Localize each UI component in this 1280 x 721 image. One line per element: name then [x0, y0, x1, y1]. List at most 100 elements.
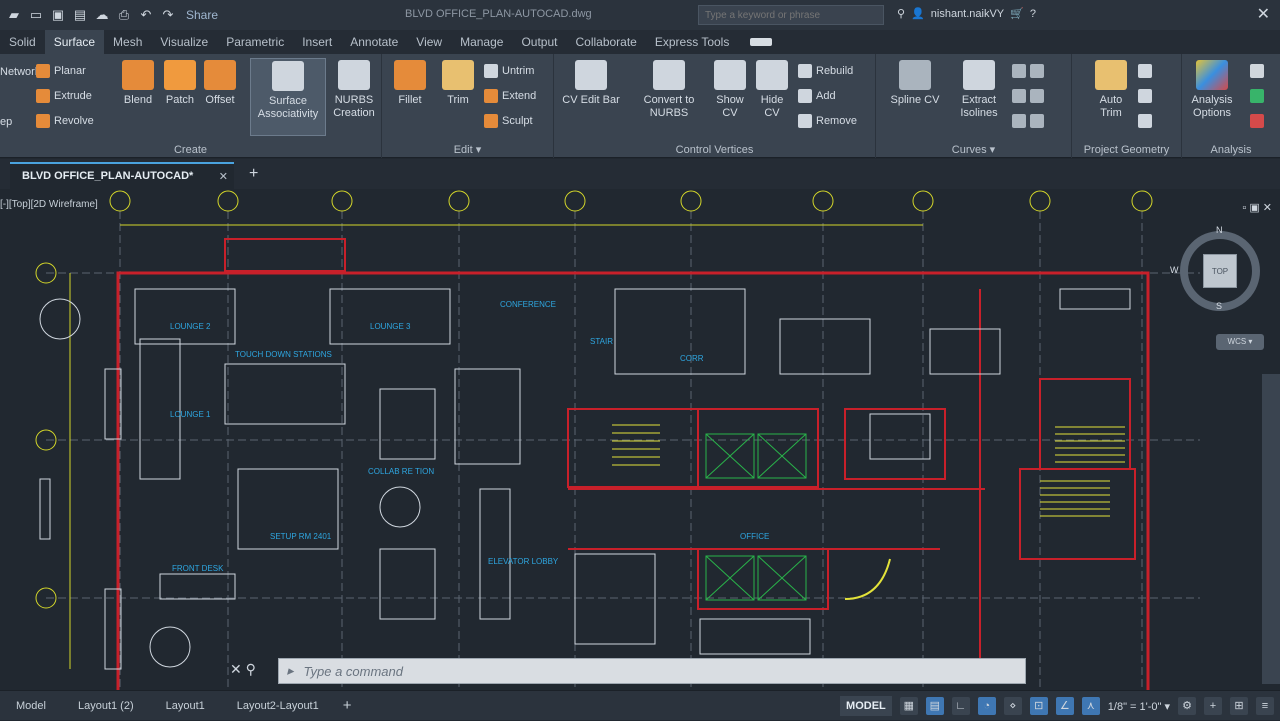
project-ucs-icon[interactable] [1138, 64, 1152, 78]
viewcube-top-face[interactable]: TOP [1203, 254, 1237, 288]
cart-icon[interactable]: 🛒 [1010, 7, 1024, 20]
tab-surface[interactable]: Surface [44, 30, 105, 54]
offset-button[interactable]: Offset [200, 60, 240, 107]
network-button[interactable]: Network [0, 66, 40, 78]
command-line[interactable]: ▸ Type a command [278, 658, 1026, 684]
extend-button[interactable]: Extend [484, 89, 536, 103]
patch-button[interactable]: Patch [160, 60, 200, 107]
loft-button[interactable]: ep [0, 116, 12, 128]
tab-output[interactable]: Output [512, 30, 566, 54]
curvature-icon[interactable] [1250, 89, 1264, 103]
annotation-scale[interactable]: 1/8" = 1'-0" ▾ [1108, 700, 1170, 713]
snap-icon[interactable]: ▤ [925, 697, 944, 715]
panel-title-curves[interactable]: Curves ▾ [876, 143, 1071, 156]
tab-visualize[interactable]: Visualize [151, 30, 217, 54]
surface-associativity-button[interactable]: Surface Associativity [250, 58, 326, 136]
tab-annotate[interactable]: Annotate [341, 30, 407, 54]
close-window-icon[interactable]: ✕ [1257, 4, 1270, 24]
fillet-button[interactable]: Fillet [388, 60, 432, 107]
saveas-icon[interactable]: ▤ [72, 7, 88, 23]
draft-icon[interactable] [1250, 114, 1264, 128]
open-icon[interactable]: ▭ [28, 7, 44, 23]
viewport-label[interactable]: [-][Top][2D Wireframe] [0, 199, 98, 210]
layout-tab-layout1-2[interactable]: Layout1 (2) [62, 700, 150, 712]
add-layout-icon[interactable]: + [335, 697, 360, 714]
tab-mesh[interactable]: Mesh [104, 30, 151, 54]
curve-tool-2-icon[interactable] [1012, 89, 1044, 103]
cv-edit-bar-button[interactable]: CV Edit Bar [556, 60, 626, 107]
grid-icon[interactable]: ▦ [899, 697, 918, 715]
auto-trim-button[interactable]: Auto Trim [1088, 60, 1134, 120]
viewcube-south[interactable]: S [1216, 301, 1222, 311]
nurbs-creation-button[interactable]: NURBS Creation [328, 60, 380, 120]
viewcube-west[interactable]: W [1170, 265, 1179, 275]
binoculars-icon[interactable]: ⚲ [897, 7, 905, 20]
tab-view[interactable]: View [407, 30, 451, 54]
tab-insert[interactable]: Insert [293, 30, 341, 54]
layout-tab-layout2[interactable]: Layout2-Layout1 [221, 700, 335, 712]
help-icon[interactable]: ? [1030, 8, 1036, 20]
project-view-icon[interactable] [1138, 89, 1152, 103]
ortho-icon[interactable]: ∟ [951, 697, 970, 715]
layout-tab-model[interactable]: Model [0, 700, 62, 712]
add-button[interactable]: Add [798, 89, 836, 103]
user-name[interactable]: nishant.naikVY [931, 8, 1004, 20]
customize-icon[interactable]: ≡ [1256, 697, 1274, 715]
file-tab[interactable]: BLVD OFFICE_PLAN-AUTOCAD* ✕ [10, 162, 234, 189]
tab-parametric[interactable]: Parametric [217, 30, 293, 54]
plot-icon[interactable]: ⎙ [116, 7, 132, 23]
redo-icon[interactable]: ↷ [160, 7, 176, 23]
spline-cv-button[interactable]: Spline CV [882, 60, 948, 107]
trim-button[interactable]: Trim [436, 60, 480, 107]
blend-button[interactable]: Blend [118, 60, 158, 107]
curve-tool-1-icon[interactable] [1012, 64, 1044, 78]
app-menu-icon[interactable]: ▰ [6, 7, 22, 23]
sculpt-button[interactable]: Sculpt [484, 114, 533, 128]
osnap-icon[interactable]: ⊡ [1029, 697, 1048, 715]
planar-button[interactable]: Planar [36, 64, 86, 78]
viewcube[interactable]: TOP N W S [1170, 225, 1260, 311]
viewcube-north[interactable]: N [1216, 225, 1223, 235]
show-cv-button[interactable]: Show CV [710, 60, 750, 120]
annotation-icon[interactable]: ⋏ [1081, 697, 1100, 715]
hide-cv-button[interactable]: Hide CV [752, 60, 792, 120]
command-line-controls[interactable]: ✕ ⚲ [230, 661, 256, 678]
plus-icon[interactable]: + [1204, 697, 1222, 715]
otrack-icon[interactable]: ∠ [1055, 697, 1074, 715]
curve-tool-3-icon[interactable] [1012, 114, 1044, 128]
untrim-button[interactable]: Untrim [484, 64, 534, 78]
new-tab-icon[interactable]: + [249, 165, 258, 183]
model-space-button[interactable]: MODEL [840, 696, 892, 716]
analysis-options-button[interactable]: Analysis Options [1184, 60, 1240, 120]
share-button[interactable]: Share [186, 8, 218, 22]
gear-icon[interactable]: ⚙ [1178, 697, 1196, 715]
project-2points-icon[interactable] [1138, 114, 1152, 128]
zebra-icon[interactable] [1250, 64, 1264, 78]
remove-button[interactable]: Remove [798, 114, 857, 128]
ribbon-toggle[interactable] [750, 38, 773, 46]
convert-to-nurbs-button[interactable]: Convert to NURBS [636, 60, 702, 120]
undo-icon[interactable]: ↶ [138, 7, 154, 23]
isodraft-icon[interactable]: ⋄ [1003, 697, 1022, 715]
extrude-button[interactable]: Extrude [36, 89, 92, 103]
layout-tab-layout1[interactable]: Layout1 [150, 700, 221, 712]
revolve-button[interactable]: Revolve [36, 114, 94, 128]
user-icon[interactable]: 👤 [911, 7, 925, 20]
isolate-icon[interactable]: ⊞ [1230, 697, 1248, 715]
rebuild-button[interactable]: Rebuild [798, 64, 853, 78]
tab-collaborate[interactable]: Collaborate [566, 30, 645, 54]
search-input[interactable] [698, 5, 884, 25]
extract-isolines-button[interactable]: Extract Isolines [954, 60, 1004, 120]
panel-title-edit[interactable]: Edit ▾ [382, 143, 553, 156]
command-input[interactable]: Type a command [304, 664, 403, 679]
save-icon[interactable]: ▣ [50, 7, 66, 23]
tab-manage[interactable]: Manage [451, 30, 512, 54]
tab-express-tools[interactable]: Express Tools [646, 30, 738, 54]
wcs-menu[interactable]: WCS ▾ [1216, 334, 1264, 350]
tab-solid[interactable]: Solid [0, 30, 45, 54]
drawing-canvas[interactable]: LOUNGE 2 LOUNGE 3 LOUNGE 1 TOUCH DOWN STATI… [0, 189, 1280, 690]
close-tab-icon[interactable]: ✕ [219, 170, 228, 183]
viewport-controls[interactable]: ▫ ▣ ✕ [1242, 201, 1272, 214]
polar-icon[interactable]: ◔ [977, 697, 996, 715]
cloud-icon[interactable]: ☁ [94, 7, 110, 23]
